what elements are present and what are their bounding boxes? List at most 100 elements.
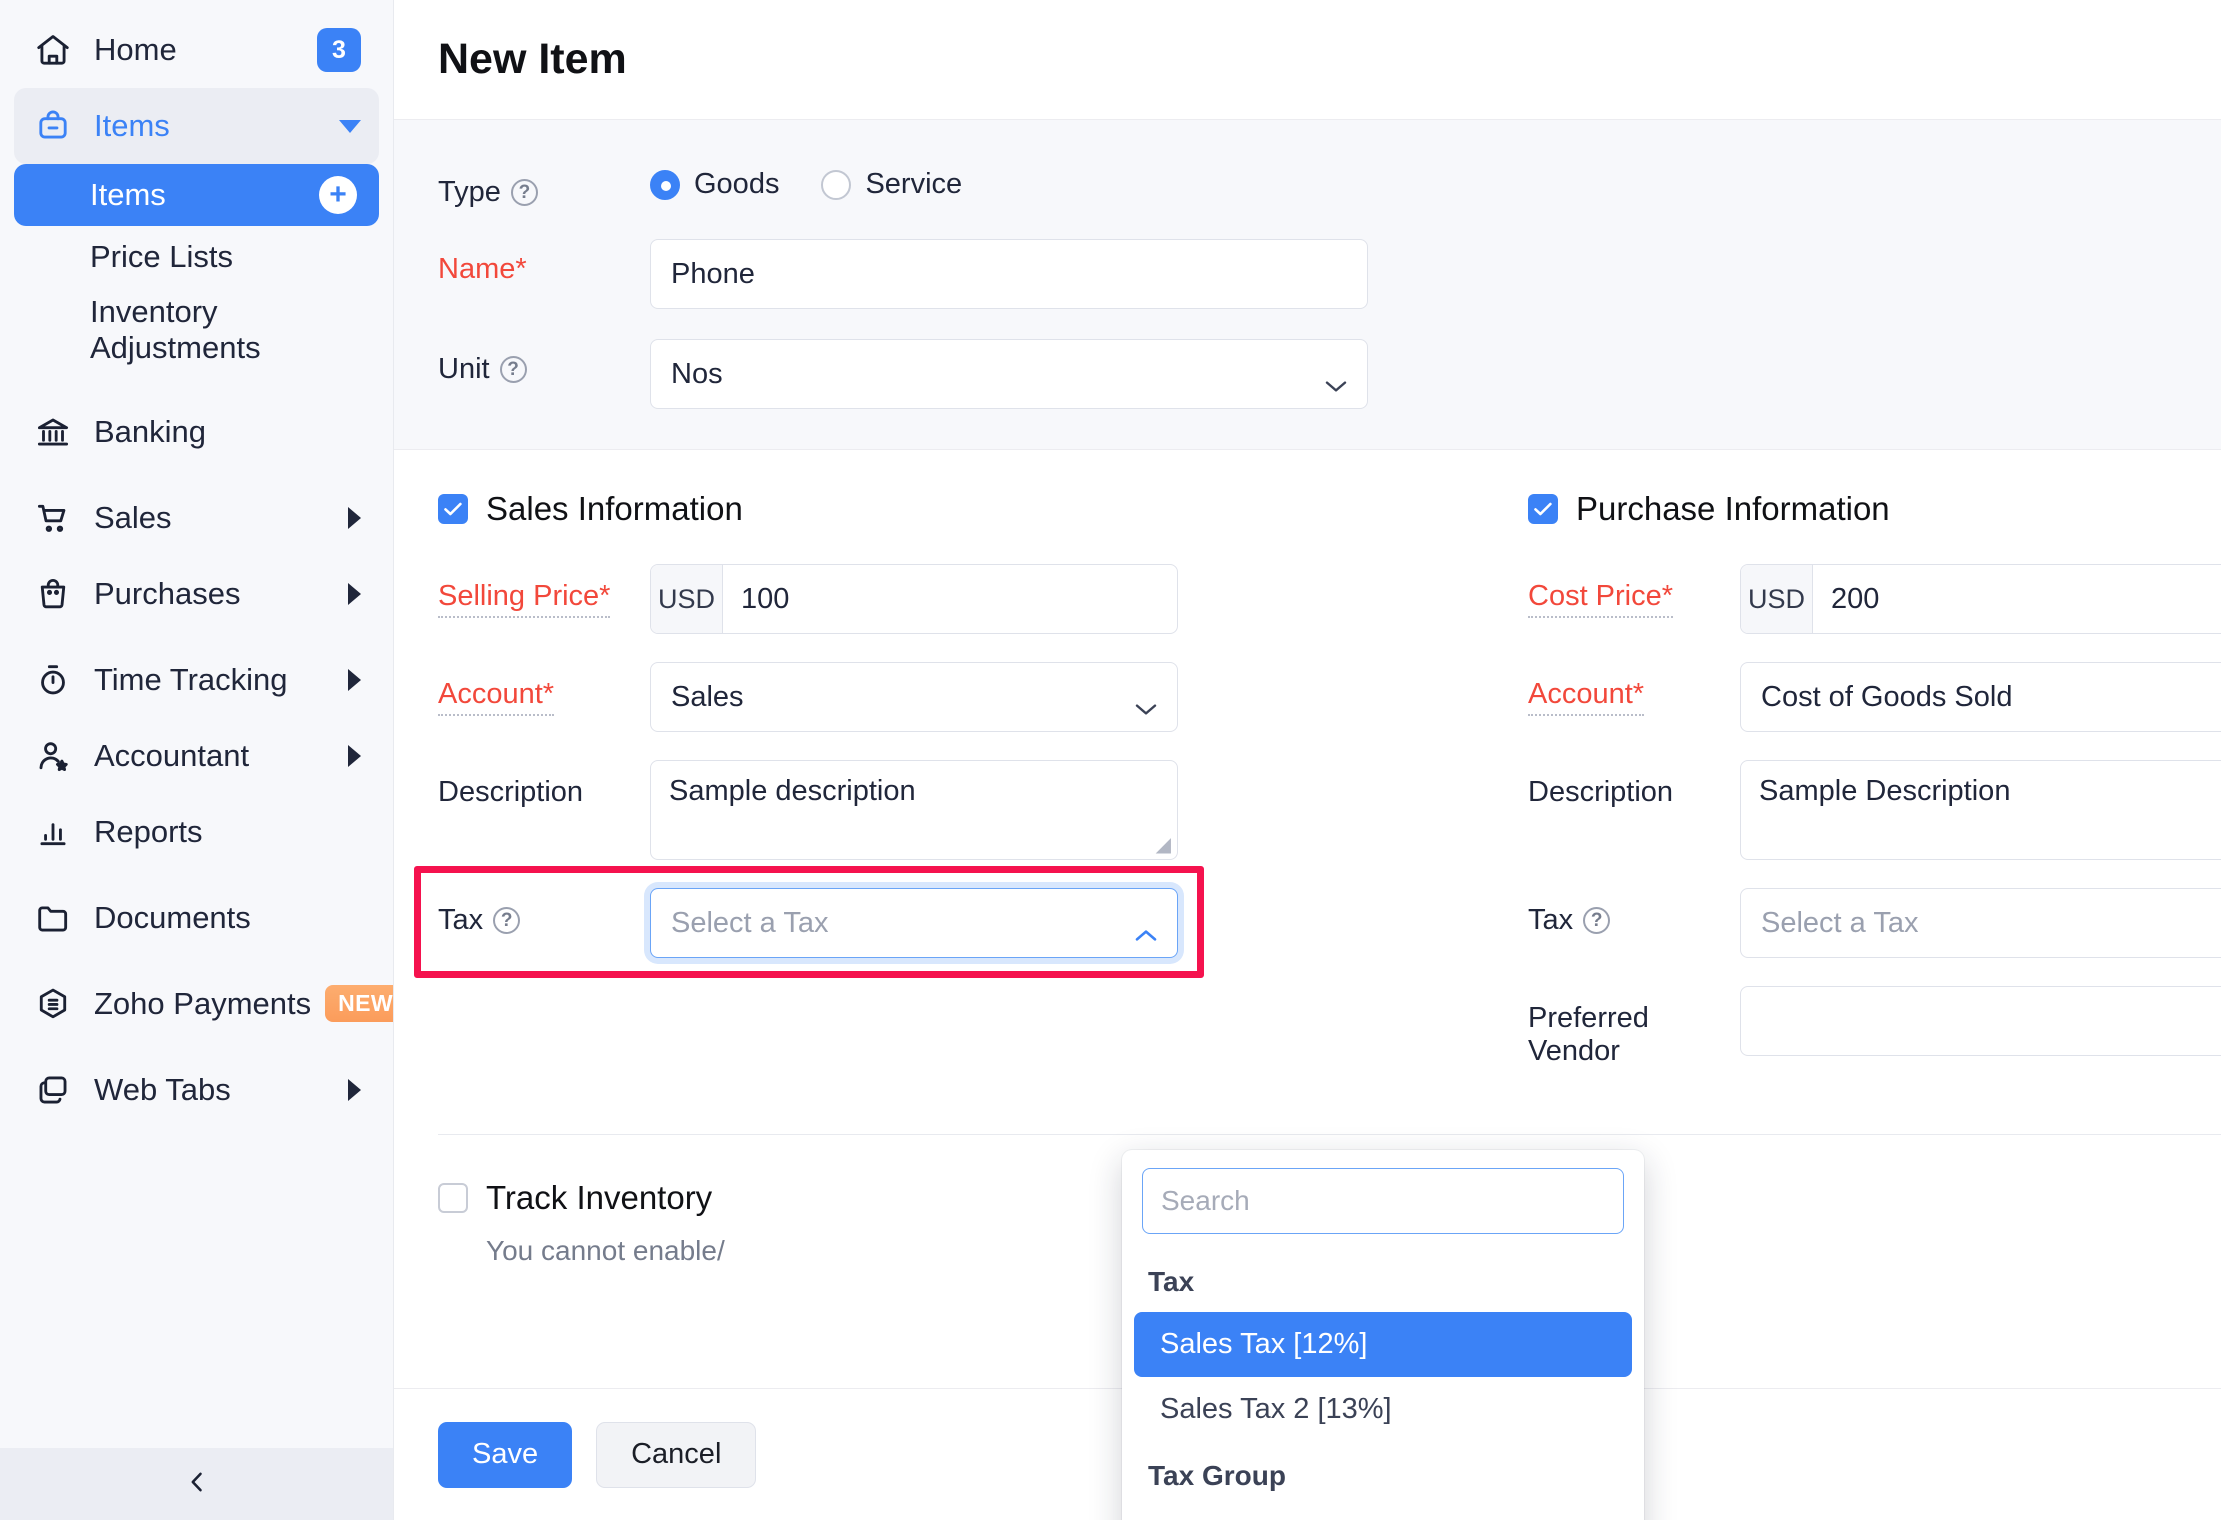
sidebar-subitem-price-lists[interactable]: Price Lists: [14, 226, 379, 288]
selling-price-label: Selling Price*: [438, 580, 610, 618]
tax-group-heading-tax: Tax: [1122, 1248, 1644, 1312]
add-icon[interactable]: +: [319, 176, 357, 214]
nav-spacer: [0, 1042, 393, 1052]
sidebar-item-label: Zoho Payments: [94, 986, 311, 1022]
sidebar-item-label: Web Tabs: [94, 1072, 348, 1108]
help-icon[interactable]: ?: [493, 907, 520, 934]
sidebar-subitem-label: Items: [90, 177, 319, 213]
stopwatch-icon: [32, 659, 74, 701]
purchase-account-select[interactable]: Cost of Goods Sold: [1740, 662, 2221, 732]
sidebar-subitem-items[interactable]: Items +: [14, 164, 379, 226]
sidebar-item-accountant[interactable]: Accountant: [14, 718, 379, 794]
form-content: Type ? Goods Service: [394, 120, 2221, 1520]
preferred-vendor-select[interactable]: [1740, 986, 2221, 1056]
sidebar-item-home[interactable]: Home 3: [14, 12, 379, 88]
sidebar-item-documents[interactable]: Documents: [14, 880, 379, 956]
type-radio-goods[interactable]: Goods: [650, 168, 779, 201]
selling-price-row: Selling Price* USD 100: [438, 564, 1458, 634]
save-button[interactable]: Save: [438, 1422, 572, 1488]
cart-icon: [32, 497, 74, 539]
sales-account-field: Sales: [650, 662, 1178, 732]
chevron-right-icon[interactable]: [348, 745, 361, 767]
purchase-account-label-wrap: Account*: [1528, 662, 1740, 716]
sidebar-item-banking[interactable]: Banking: [14, 394, 379, 470]
sales-information-column: Sales Information Selling Price* USD 100: [438, 490, 1458, 1096]
sales-account-select[interactable]: Sales: [650, 662, 1178, 732]
sales-account-value: Sales: [671, 681, 744, 714]
tax-option-sales-tax-2-13[interactable]: Sales Tax 2 [13%]: [1134, 1377, 1632, 1442]
chevron-down-icon: [1135, 691, 1157, 704]
preferred-vendor-row: Preferred Vendor: [1528, 986, 2221, 1068]
sidebar-item-label: Purchases: [94, 576, 348, 612]
sidebar-nav: Home 3 Items Items + Price Lists Invento…: [0, 0, 393, 1448]
sidebar-item-purchases[interactable]: Purchases: [14, 556, 379, 632]
sidebar: Home 3 Items Items + Price Lists Invento…: [0, 0, 394, 1520]
page-header: New Item: [394, 0, 2221, 120]
sidebar-item-reports[interactable]: Reports: [14, 794, 379, 870]
purchase-description-row: Description Sample Description ◢: [1528, 760, 2221, 860]
sidebar-item-label: Sales: [94, 500, 348, 536]
selling-price-currency: USD: [651, 565, 723, 633]
sales-tax-label: Tax: [438, 904, 483, 937]
tax-option-sales-tax-group-25[interactable]: Sales Tax Group [25%]: [1134, 1506, 1632, 1520]
purchase-tax-select[interactable]: Select a Tax: [1740, 888, 2221, 958]
chevron-right-icon[interactable]: [348, 583, 361, 605]
cancel-button[interactable]: Cancel: [596, 1422, 756, 1488]
sidebar-item-items[interactable]: Items: [14, 88, 379, 164]
selling-price-label-wrap: Selling Price*: [438, 564, 650, 618]
sidebar-item-label: Banking: [94, 414, 361, 450]
sales-tax-placeholder: Select a Tax: [671, 907, 828, 940]
bank-icon: [32, 411, 74, 453]
sidebar-item-web-tabs[interactable]: Web Tabs: [14, 1052, 379, 1128]
tax-option-sales-tax-12[interactable]: Sales Tax [12%]: [1134, 1312, 1632, 1377]
purchase-account-row: Account* Cost of Goods Sold: [1528, 662, 2221, 732]
purchase-account-label: Account*: [1528, 678, 1644, 716]
chevron-right-icon[interactable]: [348, 669, 361, 691]
sidebar-item-sales[interactable]: Sales: [14, 480, 379, 556]
unit-select[interactable]: Nos: [650, 339, 1368, 409]
radio-dot-icon: [821, 170, 851, 200]
resize-handle-icon[interactable]: ◢: [1156, 835, 1171, 855]
name-label: Name*: [438, 239, 650, 286]
track-inventory-checkbox[interactable]: [438, 1183, 468, 1213]
purchase-information-checkbox[interactable]: [1528, 494, 1558, 524]
cost-price-input-group: USD 200: [1740, 564, 2221, 634]
sales-description-textarea[interactable]: Sample description ◢: [650, 760, 1178, 860]
purchase-section-header[interactable]: Purchase Information: [1528, 490, 2221, 528]
tax-search-input[interactable]: Search: [1142, 1168, 1624, 1234]
cost-price-label-wrap: Cost Price*: [1528, 564, 1740, 618]
home-badge: 3: [317, 28, 361, 72]
sidebar-collapse-button[interactable]: [0, 1448, 393, 1520]
chevron-up-icon: [1135, 917, 1157, 930]
selling-price-input[interactable]: 100: [723, 565, 1177, 633]
sidebar-subitem-inventory-adjustments[interactable]: Inventory Adjustments: [14, 288, 379, 372]
sidebar-item-time-tracking[interactable]: Time Tracking: [14, 642, 379, 718]
purchase-description-textarea[interactable]: Sample Description ◢: [1740, 760, 2221, 860]
sidebar-item-label: Home: [94, 32, 317, 68]
purchase-account-field: Cost of Goods Sold: [1740, 662, 2221, 732]
chevron-right-icon[interactable]: [348, 1079, 361, 1101]
purchase-description-label: Description: [1528, 760, 1740, 809]
folder-icon: [32, 897, 74, 939]
sales-information-checkbox[interactable]: [438, 494, 468, 524]
type-radio-service[interactable]: Service: [821, 168, 962, 201]
chevron-right-icon[interactable]: [348, 507, 361, 529]
info-columns: Sales Information Selling Price* USD 100: [394, 450, 2221, 1096]
sales-section-header[interactable]: Sales Information: [438, 490, 1458, 528]
cost-price-input[interactable]: 200: [1813, 565, 2221, 633]
help-icon[interactable]: ?: [511, 179, 538, 206]
purchase-account-value: Cost of Goods Sold: [1761, 681, 2012, 714]
sidebar-item-label: Documents: [94, 900, 361, 936]
sidebar-item-label: Accountant: [94, 738, 348, 774]
shopping-bag-icon: [32, 573, 74, 615]
tax-dropdown-panel: Search Tax Sales Tax [12%] Sales Tax 2 […: [1122, 1150, 1644, 1520]
name-input[interactable]: Phone: [650, 239, 1368, 309]
name-row: Name* Phone: [438, 239, 2221, 309]
sidebar-item-zoho-payments[interactable]: Zoho Payments NEW: [14, 966, 379, 1042]
help-icon[interactable]: ?: [1583, 907, 1610, 934]
sales-tax-select[interactable]: Select a Tax: [650, 888, 1178, 958]
chevron-down-icon[interactable]: [339, 120, 361, 133]
help-icon[interactable]: ?: [500, 356, 527, 383]
basic-info-block: Type ? Goods Service: [394, 120, 2221, 450]
purchase-description-field: Sample Description ◢: [1740, 760, 2221, 860]
